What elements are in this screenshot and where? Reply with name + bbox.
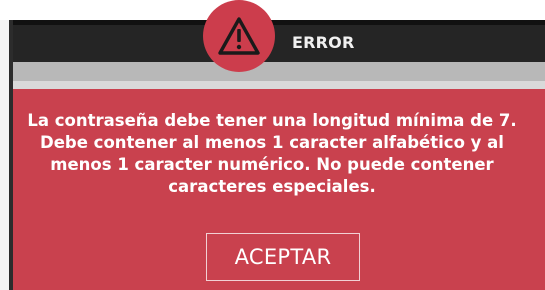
warning-icon [218,17,260,55]
error-icon-badge [203,0,275,72]
dialog-title: ERROR [292,33,355,52]
accept-button[interactable]: ACEPTAR [206,233,360,281]
header-separator [13,62,545,89]
left-edge [0,20,13,290]
app-frame: ERROR La contraseña debe tener una longi… [0,0,545,290]
dialog-header [13,20,545,62]
error-message: La contraseña debe tener una longitud mí… [27,111,517,196]
